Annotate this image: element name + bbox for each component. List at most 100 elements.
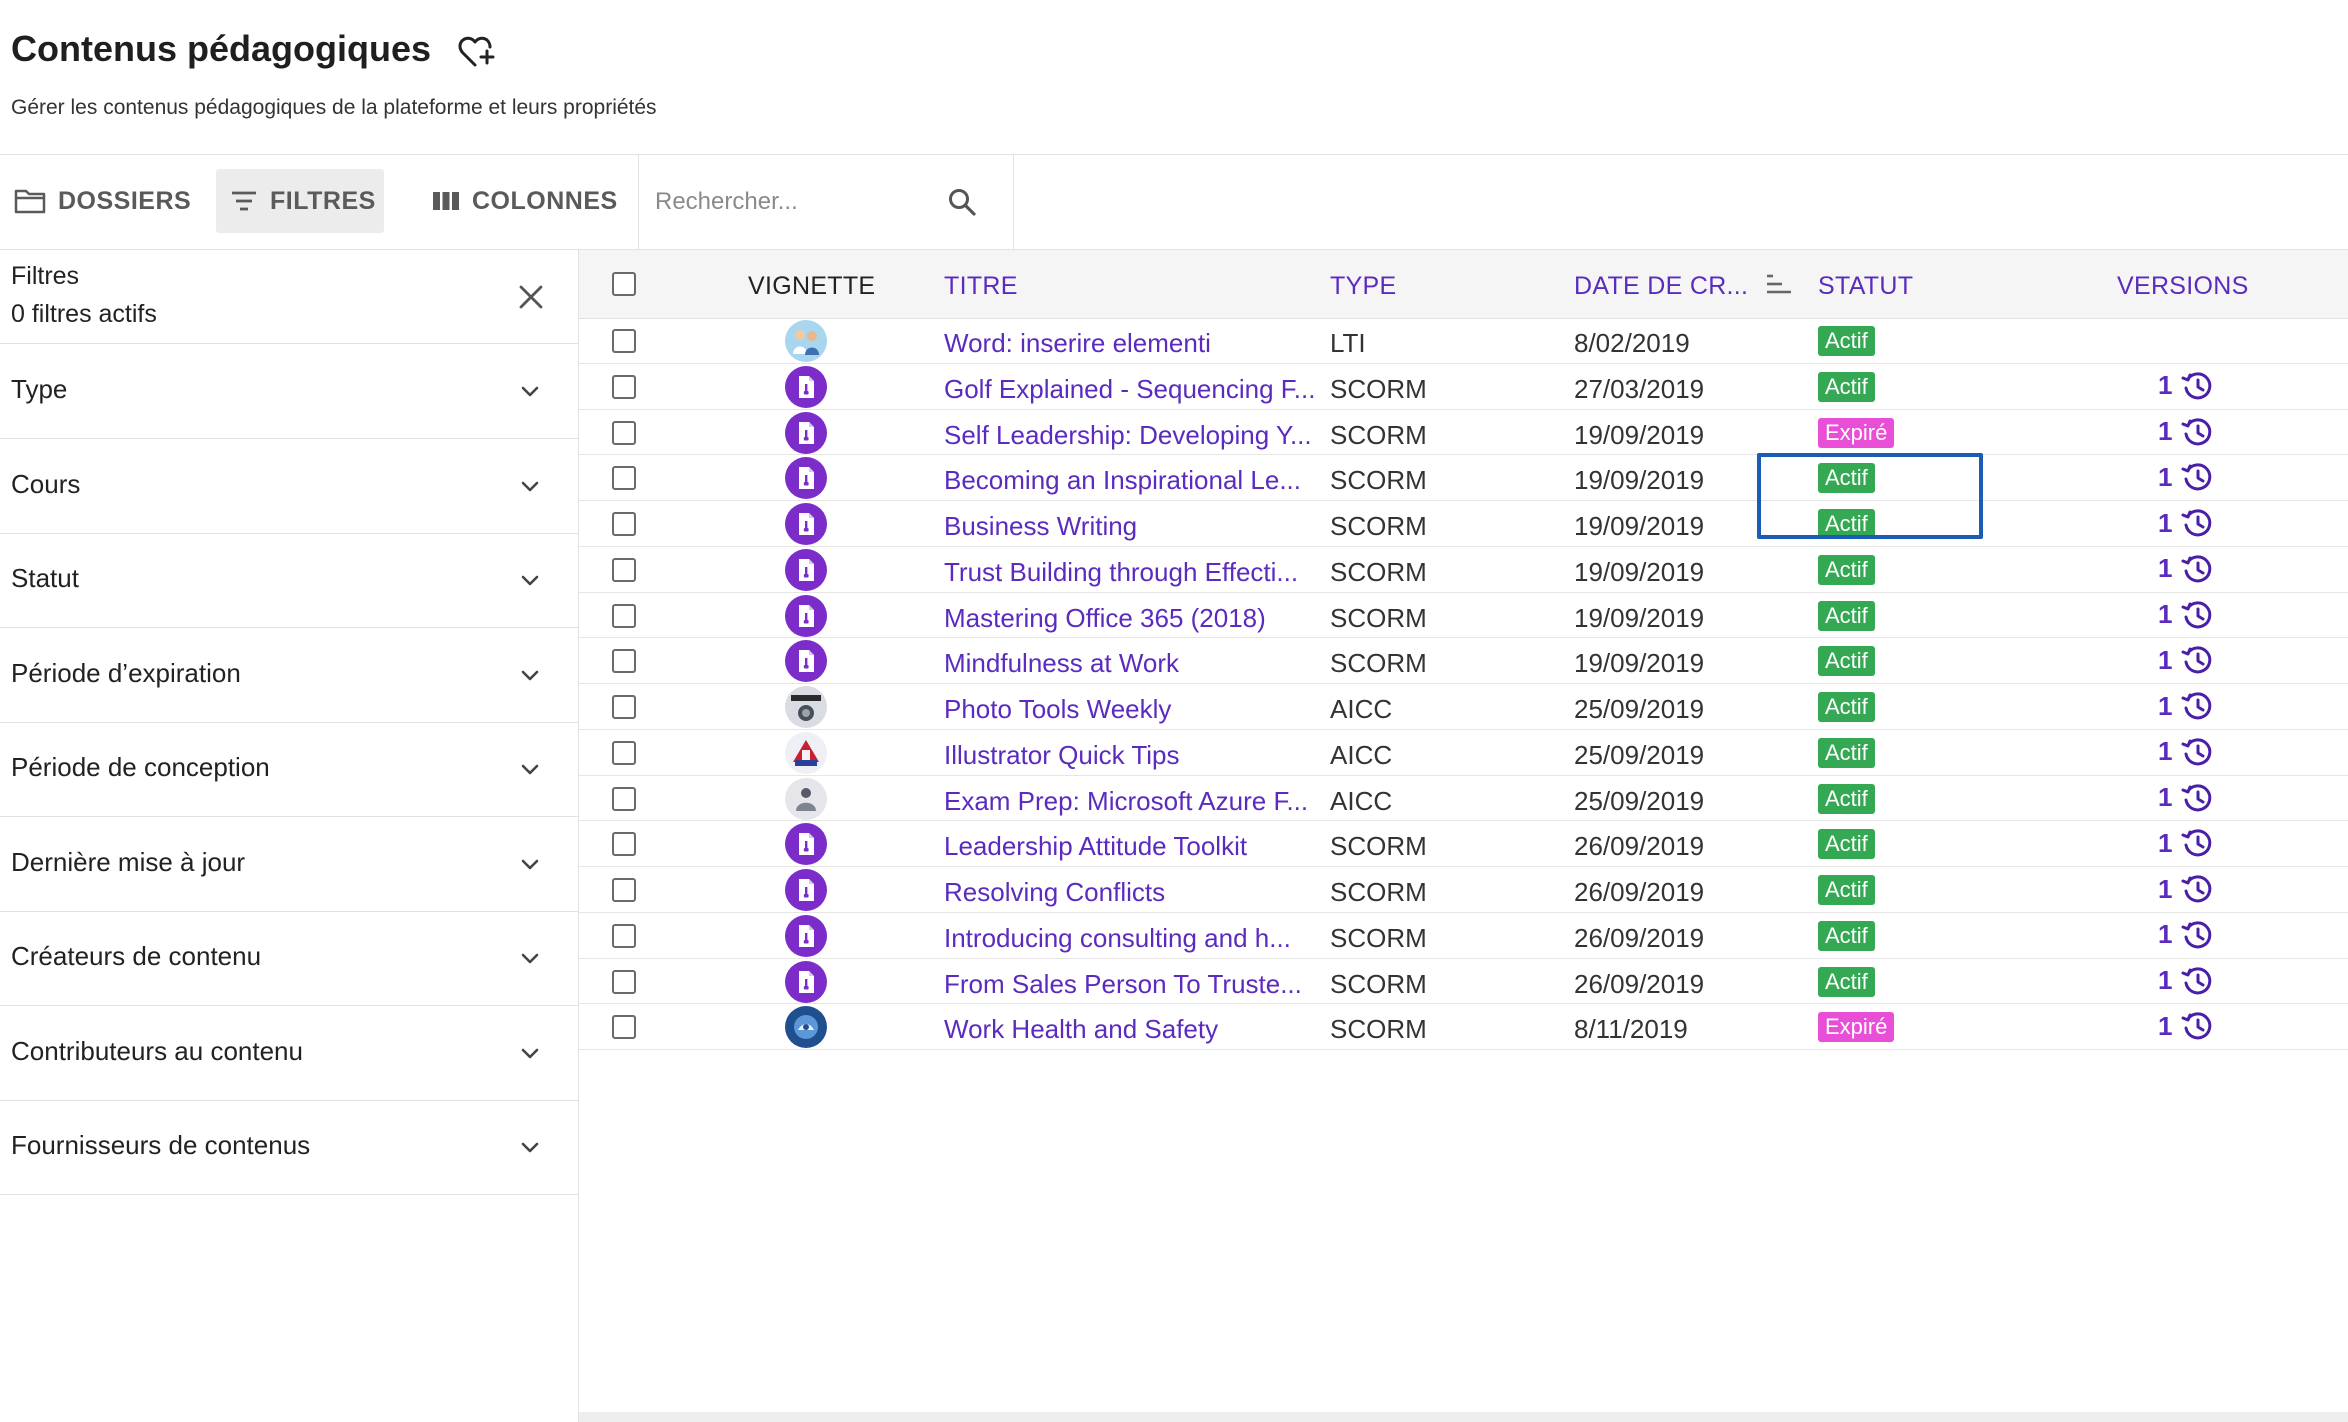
filters-button[interactable]: FILTRES [216, 169, 384, 233]
versions-link[interactable]: 1 [2158, 598, 2214, 632]
row-checkbox[interactable] [612, 329, 636, 353]
filter-periode-expiration[interactable]: Période d’expiration [0, 628, 578, 723]
table-row[interactable]: Resolving Conflicts SCORM 26/09/2019 Actif 1 [579, 867, 2348, 913]
filter-label: Créateurs de contenu [11, 941, 262, 971]
content-title-link[interactable]: Word: inserire elementi [944, 328, 1329, 359]
version-history-icon [2181, 829, 2212, 857]
versions-link[interactable]: 1 [2158, 552, 2214, 586]
table-row[interactable]: Photo Tools Weekly AICC 25/09/2019 Actif 1 [579, 684, 2348, 730]
row-checkbox[interactable] [612, 832, 636, 857]
filter-contributeurs-contenu[interactable]: Contributeurs au contenu [0, 1006, 578, 1101]
row-checkbox[interactable] [612, 603, 636, 628]
search-icon[interactable] [946, 186, 978, 218]
table-row[interactable]: Exam Prep: Microsoft Azure F... AICC 25/09… [579, 776, 2348, 822]
row-checkbox[interactable] [612, 969, 636, 994]
versions-link[interactable]: 1 [2158, 1009, 2214, 1043]
table-row[interactable]: Work Health and Safety SCORM 8/11/2019 Expi… [579, 1004, 2348, 1050]
row-checkbox[interactable] [612, 1015, 636, 1040]
table-row[interactable]: Mastering Office 365 (2018) SCORM 19/09/20… [579, 593, 2348, 639]
content-title-link[interactable]: Illustrator Quick Tips [944, 740, 1329, 771]
content-title-link[interactable]: Becoming an Inspirational Le... [944, 465, 1329, 496]
content-title-link[interactable]: Self Leadership: Developing Y... [944, 420, 1329, 451]
content-title-link[interactable]: Resolving Conflicts [944, 877, 1329, 908]
content-title-link[interactable]: Work Health and Safety [944, 1014, 1329, 1045]
filter-createurs-contenu[interactable]: Créateurs de contenu [0, 911, 578, 1006]
versions-link[interactable]: 1 [2158, 826, 2214, 860]
filter-label: Fournisseurs de contenus [11, 1130, 311, 1160]
versions-link[interactable]: 1 [2158, 415, 2214, 449]
close-icon[interactable] [516, 282, 546, 312]
table-row[interactable]: Word: inserire elementi LTI 8/02/2019 Actif [579, 318, 2348, 364]
filter-label: Statut [11, 563, 79, 593]
versions-link[interactable]: 1 [2158, 506, 2214, 540]
content-type: SCORM [1330, 419, 1427, 450]
versions-link[interactable]: 1 [2158, 735, 2214, 769]
content-title-link[interactable]: Leadership Attitude Toolkit [944, 831, 1329, 862]
table-row[interactable]: Becoming an Inspirational Le... SCORM 19/0… [579, 455, 2348, 501]
table-row[interactable]: Introducing consulting and h... SCORM 26/0… [579, 913, 2348, 959]
content-title-link[interactable]: From Sales Person To Truste... [944, 969, 1329, 1000]
version-history-icon [2181, 372, 2212, 400]
status-badge: Actif [1818, 966, 1875, 997]
table-row[interactable]: Self Leadership: Developing Y... SCORM 19/… [579, 410, 2348, 456]
row-checkbox[interactable] [612, 512, 636, 536]
scorm-package-icon [785, 457, 827, 500]
content-title-link[interactable]: Mastering Office 365 (2018) [944, 603, 1329, 634]
column-title[interactable]: TITRE [944, 272, 1018, 301]
versions-link[interactable]: 1 [2158, 781, 2214, 815]
version-count: 1 [2158, 827, 2173, 858]
column-creation-date[interactable]: DATE DE CR... [1574, 272, 1748, 301]
folders-button[interactable]: DOSSIERS [0, 169, 205, 233]
versions-link[interactable]: 1 [2158, 369, 2214, 403]
columns-button[interactable]: COLONNES [418, 169, 632, 233]
table-row[interactable]: Business Writing SCORM 19/09/2019 Actif 1 [579, 501, 2348, 547]
table-row[interactable]: Golf Explained - Sequencing F... SCORM 27/… [579, 364, 2348, 410]
versions-link[interactable]: 1 [2158, 460, 2214, 494]
favorite-add-icon[interactable] [458, 34, 496, 70]
column-status[interactable]: STATUT [1818, 272, 1913, 301]
content-title-link[interactable]: Introducing consulting and h... [944, 923, 1329, 954]
filter-type[interactable]: Type [0, 344, 578, 439]
content-title-link[interactable]: Mindfulness at Work [944, 648, 1329, 679]
row-checkbox[interactable] [612, 649, 636, 674]
content-title-link[interactable]: Exam Prep: Microsoft Azure F... [944, 786, 1329, 817]
scorm-package-icon [785, 548, 827, 591]
row-checkbox[interactable] [612, 740, 636, 765]
filter-fournisseurs-contenus[interactable]: Fournisseurs de contenus [0, 1100, 578, 1195]
sort-descending-icon[interactable] [1765, 272, 1793, 296]
version-count: 1 [2158, 461, 2173, 492]
table-row[interactable]: Trust Building through Effecti... SCORM 19… [579, 547, 2348, 593]
column-type[interactable]: TYPE [1330, 272, 1397, 301]
row-checkbox[interactable] [612, 420, 636, 445]
table-row[interactable]: From Sales Person To Truste... SCORM 26/09… [579, 959, 2348, 1005]
row-checkbox[interactable] [612, 786, 636, 811]
search-input[interactable] [653, 179, 927, 225]
row-checkbox[interactable] [612, 695, 636, 719]
horizontal-scrollbar[interactable] [579, 1412, 2348, 1422]
row-checkbox[interactable] [612, 466, 636, 491]
versions-link[interactable]: 1 [2158, 689, 2214, 723]
table-row[interactable]: Mindfulness at Work SCORM 19/09/2019 Actif 1 [579, 638, 2348, 684]
select-all-checkbox[interactable] [612, 272, 636, 296]
filter-cours[interactable]: Cours [0, 439, 578, 534]
versions-link[interactable]: 1 [2158, 964, 2214, 998]
versions-link[interactable]: 1 [2158, 872, 2214, 906]
filter-statut[interactable]: Statut [0, 533, 578, 628]
filter-derniere-mise-a-jour[interactable]: Dernière mise à jour [0, 817, 578, 912]
creation-date: 27/03/2019 [1574, 373, 1705, 404]
content-title-link[interactable]: Photo Tools Weekly [944, 694, 1329, 725]
row-checkbox[interactable] [612, 923, 636, 948]
content-title-link[interactable]: Golf Explained - Sequencing F... [944, 374, 1329, 405]
versions-link[interactable]: 1 [2158, 643, 2214, 677]
row-checkbox[interactable] [612, 374, 636, 399]
content-title-link[interactable]: Business Writing [944, 511, 1329, 542]
table-row[interactable]: Illustrator Quick Tips AICC 25/09/2019 Acti… [579, 730, 2348, 776]
versions-link[interactable]: 1 [2158, 918, 2214, 952]
filter-periode-conception[interactable]: Période de conception [0, 722, 578, 817]
row-checkbox[interactable] [612, 557, 636, 582]
column-versions[interactable]: VERSIONS [2117, 272, 2249, 301]
row-checkbox[interactable] [612, 878, 636, 902]
content-title-link[interactable]: Trust Building through Effecti... [944, 557, 1329, 588]
table-row[interactable]: Leadership Attitude Toolkit SCORM 26/09/20… [579, 821, 2348, 867]
status-badge: Actif [1818, 829, 1875, 860]
